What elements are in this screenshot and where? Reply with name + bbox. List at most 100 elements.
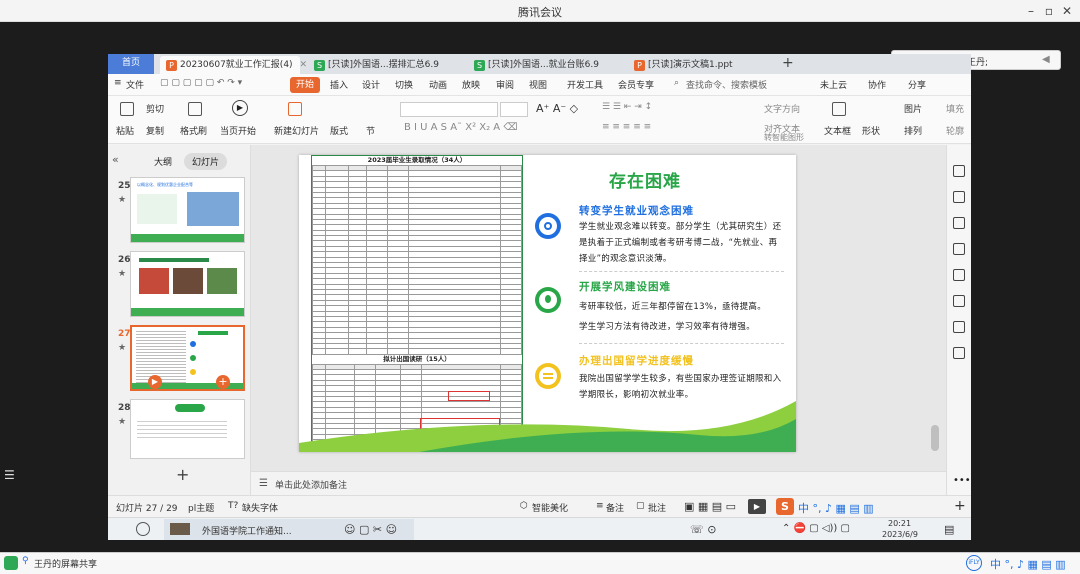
tab-employment-ledger[interactable]: S [只读]外国语...就业台账6.9 (468, 56, 620, 74)
format-painter-button[interactable]: 格式刷 (180, 124, 207, 137)
animation-star-icon: ★ (118, 269, 127, 279)
menu-member[interactable]: 会员专享 (618, 78, 654, 91)
current-slide[interactable]: 2023届毕业生录取情况（34人） 拟计出国读研（15人） 存在困难 转变学生就… (299, 155, 796, 452)
comment-button[interactable]: 批注 (648, 501, 666, 514)
close-button[interactable]: ✕ (1056, 2, 1078, 20)
add-tab-button[interactable]: + (782, 55, 794, 71)
ime-logo-icon[interactable]: S (776, 498, 794, 515)
paste-button[interactable]: 粘贴 (116, 124, 134, 137)
thumb-title-bar (198, 331, 228, 335)
shape-button[interactable]: 形状 (862, 124, 880, 137)
list-icon[interactable]: ☰ (4, 468, 20, 484)
slide-thumbnail-27[interactable]: ▶ + (130, 325, 245, 391)
slide-number: 25 (118, 181, 131, 191)
tool-icon[interactable] (953, 347, 965, 359)
menu-review[interactable]: 审阅 (496, 78, 514, 91)
outline-button[interactable]: 轮廓 (946, 124, 964, 137)
beautify-button[interactable]: 智能美化 (532, 501, 568, 514)
slideshow-play-icon[interactable]: ▶ (748, 499, 766, 514)
zoom-in-button[interactable]: + (954, 498, 966, 514)
slide-number: 27 (118, 329, 131, 339)
menu-start[interactable]: 开始 (290, 77, 320, 93)
quick-access-icons[interactable]: ▢ ▢ ▢ ▢ ▢ ↶ ↷ ▾ (160, 78, 242, 88)
tool-icon[interactable] (953, 217, 965, 229)
share-button[interactable]: 分享 (908, 78, 926, 91)
arrange-button[interactable]: 排列 (904, 124, 922, 137)
menu-animation[interactable]: 动画 (429, 78, 447, 91)
new-slide-button[interactable]: 新建幻灯片 (274, 124, 319, 137)
tab-slides[interactable]: 幻灯片 (184, 153, 228, 170)
menu-slideshow[interactable]: 放映 (462, 78, 480, 91)
slide-number: 28 (118, 403, 131, 413)
menu-developer[interactable]: 开发工具 (567, 78, 603, 91)
slides-panel: « 大纲 幻灯片 25 ★ 以概念化、规划优惠企业配合等 26 ★ 27 ★ ▶… (108, 145, 251, 495)
mic-icon[interactable]: ⚲ (22, 556, 29, 566)
more-icon[interactable]: ••• (953, 475, 971, 486)
taskbar-app-icons[interactable]: ☺ ▢ ✂ ☺ (344, 523, 397, 536)
menu-file[interactable]: 文件 (126, 78, 144, 91)
section-button[interactable]: 节 (366, 124, 375, 137)
tool-icon[interactable] (953, 165, 965, 177)
play-icon[interactable]: ▶ (148, 375, 162, 389)
tool-icon[interactable] (953, 243, 965, 255)
collab-button[interactable]: 协作 (868, 78, 886, 91)
view-mode-icons[interactable]: ▣ ▦ ▤ ▭ (684, 500, 736, 513)
slide-thumbnail-26[interactable] (130, 251, 245, 317)
ime-toolbar-icons[interactable]: 中 °, ♪ ▦ ▤ ▥ (798, 500, 874, 516)
menu-view[interactable]: 视图 (529, 78, 547, 91)
tool-icon[interactable] (953, 295, 965, 307)
cloud-status[interactable]: 未上云 (820, 78, 847, 91)
thumb-table (136, 329, 186, 385)
tool-icon[interactable] (953, 321, 965, 333)
tab-home[interactable]: 首页 (108, 54, 154, 74)
slide-thumbnail-28[interactable] (130, 399, 245, 459)
font-style-buttons[interactable]: B I U A S A˜ X² X₂ A ⌫ (404, 122, 517, 133)
theme-name[interactable]: pl主题 (188, 501, 214, 514)
meeting-title: 腾讯会议 (518, 6, 562, 19)
tab-presentation1[interactable]: P [只读]演示文稿1.ppt (628, 56, 768, 74)
tray-icons[interactable]: ☏ ⊙ (690, 523, 716, 536)
notes-placeholder[interactable]: 单击此处添加备注 (275, 478, 347, 491)
font-grow-icon[interactable]: A⁺ A⁻ ◇ (536, 102, 578, 115)
table-cell (366, 348, 389, 355)
start-orb-icon[interactable] (136, 522, 150, 536)
font-size-select[interactable] (500, 102, 528, 117)
font-family-select[interactable] (400, 102, 498, 117)
notification-icon[interactable]: ▤ (944, 523, 954, 536)
tab-work-report[interactable]: P 20230607就业工作汇报(4) ✕ (160, 56, 307, 74)
paragraph-icons[interactable]: ☰ ☰ ⇤ ⇥ ↕ (602, 102, 652, 112)
slide-thumbnail-25[interactable]: 以概念化、规划优惠企业配合等 (130, 177, 245, 243)
scrollbar-thumb[interactable] (931, 425, 939, 451)
tool-icon[interactable] (953, 191, 965, 203)
picture-button[interactable]: 图片 (904, 102, 922, 115)
command-search[interactable]: 查找命令、搜索模板 (686, 78, 767, 91)
collapse-panel-icon[interactable]: « (112, 153, 119, 166)
ime-toolbar-icons[interactable]: 中 °, ♪ ▦ ▤ ▥ (990, 556, 1066, 572)
smartart-button[interactable]: 转智能图形 (764, 132, 804, 143)
tool-icon[interactable] (953, 269, 965, 281)
system-tray[interactable]: ⌃ ⛔ ▢ ◁)) ▢ (782, 523, 850, 534)
menu-transition[interactable]: 切换 (395, 78, 413, 91)
play-from-current-button[interactable]: 当页开始 (220, 124, 256, 137)
text-direction-button[interactable]: 文字方向 (764, 102, 800, 115)
copy-button[interactable]: 复制 (146, 124, 164, 137)
add-slide-icon[interactable]: + (216, 375, 230, 389)
align-icons[interactable]: ≡ ≡ ≡ ≡ ≡ (602, 122, 651, 132)
fill-button[interactable]: 填充 (946, 102, 964, 115)
ime-logo-icon[interactable]: iFLY (966, 555, 982, 571)
add-slide-button[interactable]: + (176, 465, 189, 484)
speaker-arrow-icon[interactable]: ◀ (1042, 54, 1050, 65)
notes-bar[interactable]: ☰ 单击此处添加备注 (251, 471, 946, 495)
textbox-button[interactable]: 文本框 (824, 124, 851, 137)
hamburger-icon[interactable]: ≡ (114, 78, 122, 88)
notes-toggle[interactable]: 备注 (606, 501, 624, 514)
tab-schedule-summary[interactable]: S [只读]外国语...摆排汇总6.9 (308, 56, 460, 74)
close-icon[interactable]: ✕ (299, 60, 307, 70)
menu-design[interactable]: 设计 (362, 78, 380, 91)
menu-insert[interactable]: 插入 (330, 78, 348, 91)
tab-outline[interactable]: 大纲 (146, 153, 180, 170)
layout-button[interactable]: 版式 (330, 124, 348, 137)
missing-font-button[interactable]: 缺失字体 (242, 501, 278, 514)
lightbulb-icon (535, 287, 561, 313)
cut-button[interactable]: 剪切 (146, 102, 164, 115)
